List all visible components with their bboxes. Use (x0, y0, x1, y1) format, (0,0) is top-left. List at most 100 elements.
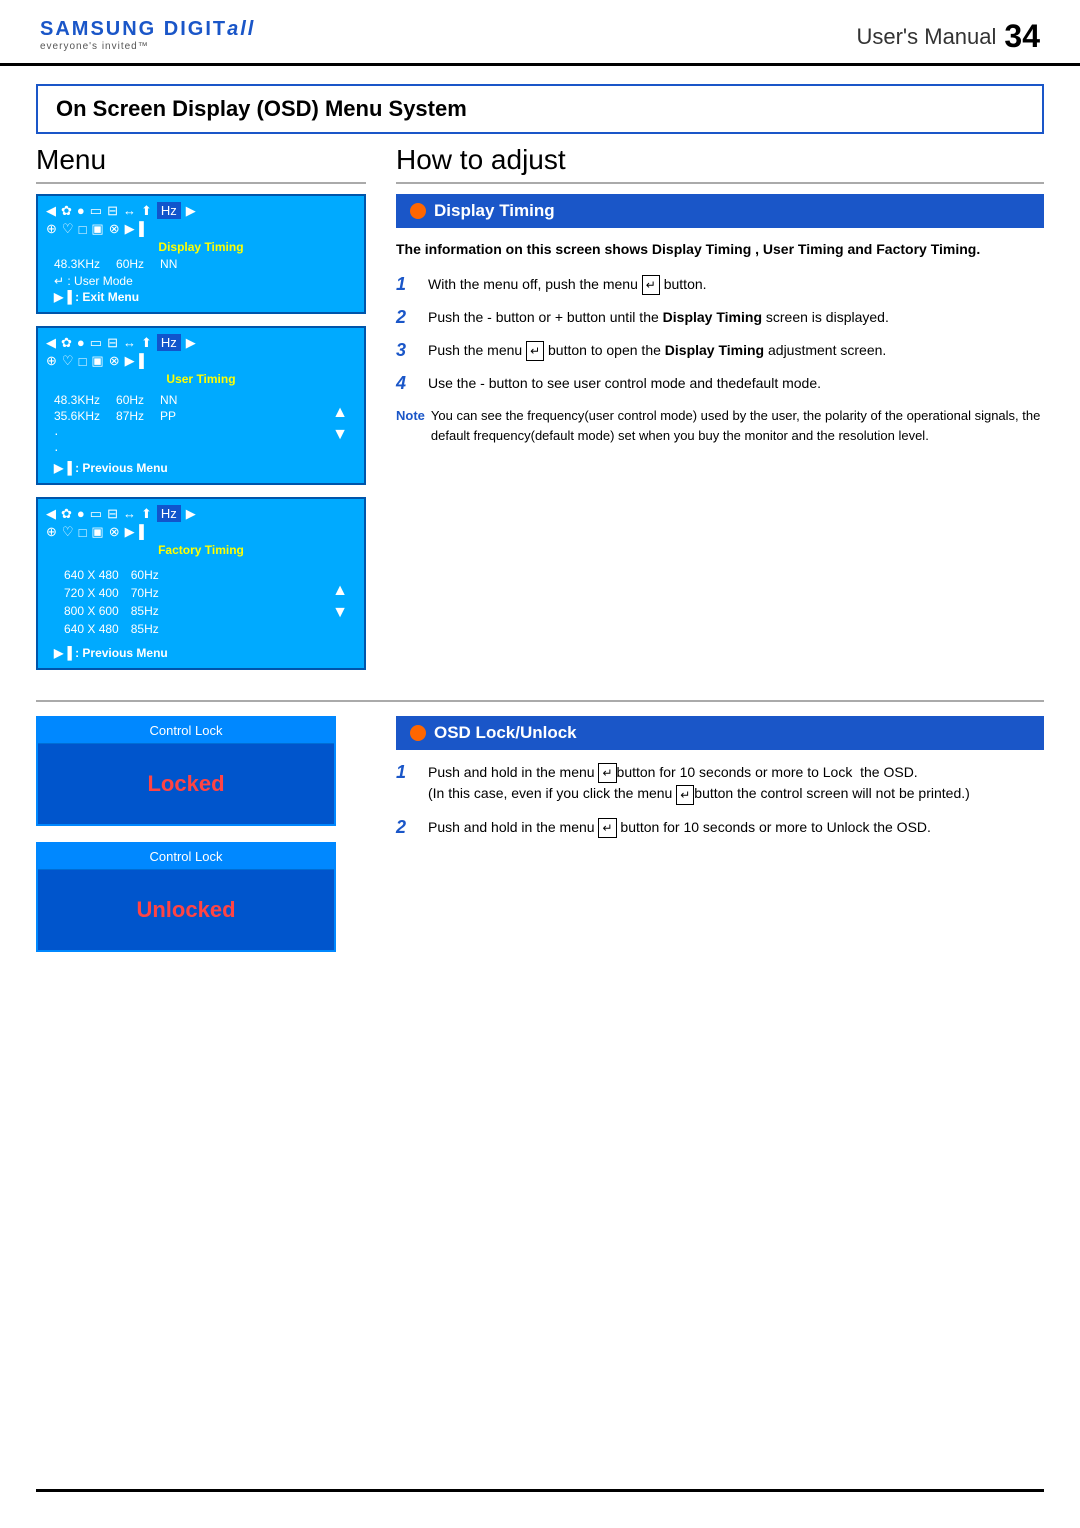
osd3-icon-arrows: ↔ (123, 506, 136, 521)
osd-lock-step-1: 1 Push and hold in the menu ↵button for … (396, 762, 1044, 805)
osd-icons-row-6: ⊕ ♡ □ ▣ ⊗ ▶▐ (46, 524, 356, 540)
osd-panel3-arrows: ▲ ▼ (332, 562, 348, 642)
samsung-brand: SAMSUNG DIGIT (40, 18, 227, 40)
osd2-icon-pos: ⊟ (107, 335, 118, 351)
display-timing-steps: 1 With the menu off, push the menu ↵ but… (396, 274, 1044, 395)
display-timing-bold: The information on this screen shows Dis… (396, 240, 1044, 260)
osd-panel1-exit: ▶▐ : Exit Menu (54, 290, 356, 304)
menu-col-header: Menu (36, 144, 366, 184)
step-1-num: 1 (396, 274, 418, 295)
table-row: 720 X 40070Hz (64, 585, 169, 601)
osd-panel2-prev: ▶▐ : Previous Menu (54, 461, 356, 475)
left-column: Menu ◀ ✿ ● ▭ ⊟ ↔ ⬆ Hz ▶ ⊕ ♡ □ (36, 144, 366, 682)
step-2-num: 2 (396, 307, 418, 328)
page: SAMSUNG DIGITall everyone's invited™ Use… (0, 0, 1080, 1528)
osd-panel-factory-timing: ◀ ✿ ● ▭ ⊟ ↔ ⬆ Hz ▶ ⊕ ♡ □ ▣ ⊗ ▶▐ (36, 497, 366, 670)
logo-tagline: everyone's invited™ (40, 41, 255, 52)
unlocked-text: Unlocked (136, 897, 235, 923)
osd3-up-arrow: ▲ (332, 582, 348, 600)
osd-panel2-rows: 48.3KHz 60Hz NN 35.6KHz 87Hz PP · · (46, 389, 356, 459)
step-3-num: 3 (396, 340, 418, 361)
osd2-icon-cancel: ⊗ (109, 353, 120, 369)
step-4-text: Use the - button to see user control mod… (428, 373, 821, 394)
osd3-icon-up: ⬆ (141, 506, 152, 522)
how-col-header: How to adjust (396, 144, 1044, 184)
res-3: 800 X 600 (64, 603, 129, 619)
osd2-icon-contrast: ● (77, 335, 85, 350)
osd-icon-arrows: ↔ (123, 203, 136, 218)
osd-icons-row-2: ⊕ ♡ □ ▣ ⊗ ▶▐ (46, 221, 356, 237)
bottom-rule (36, 1489, 1044, 1492)
osd-icon-contrast: ● (77, 203, 85, 218)
osd2-icon-monitor: ▶▐ (125, 353, 144, 369)
osd-lock-step-1-num: 1 (396, 762, 418, 783)
osd-left-arrow-2: ◀ (46, 335, 56, 351)
samsung-all: all (227, 18, 255, 40)
osd-p2-hz2: 87Hz (116, 409, 144, 423)
osd-icon-cancel: ⊗ (109, 221, 120, 237)
control-lock-title-2: Control Lock (38, 844, 334, 870)
control-lock-body-1: Locked (38, 744, 334, 824)
osd2-icon-arrows: ↔ (123, 335, 136, 350)
osd-lock-step-2: 2 Push and hold in the menu ↵ button for… (396, 817, 1044, 838)
display-timing-dot (410, 203, 426, 219)
res-4: 640 X 480 (64, 621, 129, 637)
osd2-icon-brightness: ✿ (61, 335, 72, 351)
osd3-icon-square: □ (79, 525, 87, 540)
header: SAMSUNG DIGITall everyone's invited™ Use… (0, 0, 1080, 66)
step-3-bold: Display Timing (665, 342, 764, 358)
note-box: Note You can see the frequency(user cont… (396, 406, 1044, 445)
table-row: 800 X 60085Hz (64, 603, 169, 619)
osd-left-arrow-1: ◀ (46, 203, 56, 219)
osd-panel1-label: Display Timing (46, 240, 356, 254)
osd-p2-mode1: NN (160, 393, 177, 407)
step-3: 3 Push the menu ↵ button to open the Dis… (396, 340, 1044, 361)
osd-p2-mode2: PP (160, 409, 176, 423)
osd-panel3-prev: ▶▐ : Previous Menu (54, 646, 356, 660)
osd-panel2-row1: 48.3KHz 60Hz NN (54, 393, 177, 407)
step-2-text: Push the - button or + button until the … (428, 307, 889, 328)
osd-p2-hz1: 60Hz (116, 393, 144, 407)
osd-lock-title: OSD Lock/Unlock (434, 723, 577, 743)
control-lock-title-1: Control Lock (38, 718, 334, 744)
osd-icon-up: ⬆ (141, 203, 152, 219)
osd-icon-heart: ♡ (62, 221, 74, 237)
osd-icons-row-1: ◀ ✿ ● ▭ ⊟ ↔ ⬆ Hz ▶ (46, 202, 356, 219)
enter-btn-lock1b: ↵ (676, 785, 694, 805)
osd-icons-row-4: ⊕ ♡ □ ▣ ⊗ ▶▐ (46, 353, 356, 369)
hz-1: 60Hz (131, 567, 169, 583)
osd-panel1-data: 48.3KHz 60Hz NN (54, 257, 356, 271)
osd3-icon-hz: Hz (157, 505, 181, 522)
osd-lock-step-2-num: 2 (396, 817, 418, 838)
osd3-icon-size: ▭ (90, 506, 102, 522)
control-lock-col: Control Lock Locked Control Lock Unlocke… (36, 716, 366, 968)
osd-icon-square: □ (79, 222, 87, 237)
osd-right-arrow-1: ▶ (186, 203, 196, 219)
osd-panel2-row2: 35.6KHz 87Hz PP (54, 409, 177, 423)
osd-lock-step-2-text: Push and hold in the menu ↵ button for 1… (428, 817, 931, 838)
osd-down-arrow: ▼ (332, 426, 348, 444)
note-text: You can see the frequency(user control m… (431, 406, 1044, 445)
osd-lock-dot (410, 725, 426, 741)
hz-2: 70Hz (131, 585, 169, 601)
display-timing-title: Display Timing (434, 201, 555, 221)
osd-up-arrow: ▲ (332, 404, 348, 422)
lock-section-layout: Control Lock Locked Control Lock Unlocke… (0, 716, 1080, 968)
osd2-icon-square: □ (79, 354, 87, 369)
control-lock-box-unlocked: Control Lock Unlocked (36, 842, 336, 952)
res-1: 640 X 480 (64, 567, 129, 583)
step-2-bold: Display Timing (663, 309, 762, 325)
osd-panel2-col-data: 48.3KHz 60Hz NN 35.6KHz 87Hz PP · · (54, 391, 177, 457)
osd-p2-freq2: 35.6KHz (54, 409, 100, 423)
osd-panel-user-timing: ◀ ✿ ● ▭ ⊟ ↔ ⬆ Hz ▶ ⊕ ♡ □ ▣ ⊗ ▶▐ (36, 326, 366, 485)
osd-panel3-content: 640 X 48060Hz 720 X 40070Hz 800 X 60085H… (46, 560, 356, 644)
osd2-icon-hz: Hz (157, 334, 181, 351)
osd3-icon-circle: ⊕ (46, 524, 57, 540)
step-4: 4 Use the - button to see user control m… (396, 373, 1044, 394)
section-separator (36, 700, 1044, 702)
section-title-bar: On Screen Display (OSD) Menu System (36, 84, 1044, 134)
osd-panel-display-timing: ◀ ✿ ● ▭ ⊟ ↔ ⬆ Hz ▶ ⊕ ♡ □ ▣ ⊗ ▶▐ (36, 194, 366, 314)
osd3-icon-cancel: ⊗ (109, 524, 120, 540)
section-title: On Screen Display (OSD) Menu System (56, 96, 1024, 122)
enter-btn-3: ↵ (526, 341, 544, 361)
